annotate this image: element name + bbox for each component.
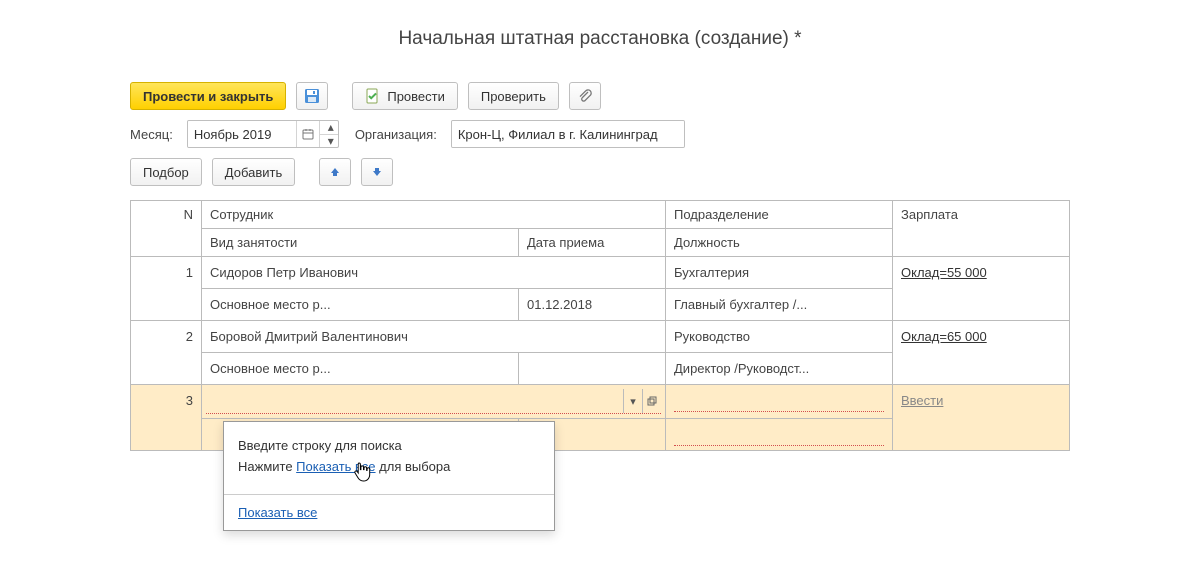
select-button[interactable]: Подбор xyxy=(130,158,202,186)
add-button[interactable]: Добавить xyxy=(212,158,295,186)
arrow-up-icon xyxy=(329,166,341,178)
staff-table: N Сотрудник Подразделение Зарплата Вид з… xyxy=(130,200,1070,451)
column-header-employee[interactable]: Сотрудник xyxy=(202,201,666,229)
employee-cell[interactable]: Сидоров Петр Иванович xyxy=(202,257,666,289)
column-header-position[interactable]: Должность xyxy=(666,229,893,257)
popup-show-all-link-inline[interactable]: Показать все xyxy=(296,459,375,474)
position-cell[interactable]: Директор /Руководст... xyxy=(666,353,893,385)
toolbar: Провести и закрыть Провести Проверить xyxy=(130,78,1070,200)
month-input[interactable] xyxy=(188,121,296,147)
save-button[interactable] xyxy=(296,82,328,110)
job-type-cell[interactable]: Основное место р... xyxy=(202,353,519,385)
check-button[interactable]: Проверить xyxy=(468,82,559,110)
paperclip-icon xyxy=(577,88,593,104)
employee-cell[interactable]: Боровой Дмитрий Валентинович xyxy=(202,321,666,353)
hire-date-cell[interactable]: 01.12.2018 xyxy=(519,289,666,321)
dropdown-button[interactable]: ▾ xyxy=(623,389,642,413)
salary-cell[interactable]: Оклад=65 000 xyxy=(901,329,987,344)
popup-show-all-link[interactable]: Показать все xyxy=(238,505,317,520)
submit-button-label: Провести xyxy=(387,89,445,104)
submit-close-button[interactable]: Провести и закрыть xyxy=(130,82,286,110)
hire-date-cell[interactable] xyxy=(519,353,666,385)
floppy-disk-icon xyxy=(304,88,320,104)
submit-button[interactable]: Провести xyxy=(352,82,458,110)
month-field[interactable]: ▴ ▾ xyxy=(187,120,339,148)
table-row[interactable]: 2 Боровой Дмитрий Валентинович Руководст… xyxy=(131,321,1070,353)
attach-button[interactable] xyxy=(569,82,601,110)
table-row[interactable]: 1 Сидоров Петр Иванович Бухгалтерия Окла… xyxy=(131,257,1070,289)
popup-select-suffix: для выбора xyxy=(376,459,451,474)
position-cell[interactable]: Главный бухгалтер /... xyxy=(666,289,893,321)
move-up-button[interactable] xyxy=(319,158,351,186)
document-check-icon xyxy=(365,88,381,104)
organization-field[interactable] xyxy=(451,120,685,148)
job-type-cell[interactable]: Основное место р... xyxy=(202,289,519,321)
row-number: 2 xyxy=(131,321,202,385)
department-cell[interactable]: Руководство xyxy=(666,321,893,353)
open-dialog-button[interactable] xyxy=(642,389,661,413)
department-cell[interactable]: Бухгалтерия xyxy=(666,257,893,289)
move-down-button[interactable] xyxy=(361,158,393,186)
employee-dropdown-popup: Введите строку для поиска Нажмите Показа… xyxy=(223,421,555,531)
organization-label: Организация: xyxy=(355,127,437,142)
month-up-button[interactable]: ▴ xyxy=(320,121,339,135)
salary-enter-link[interactable]: Ввести xyxy=(901,393,943,408)
organization-input[interactable] xyxy=(452,121,684,147)
table-row-active[interactable]: 3 ▾ xyxy=(131,385,1070,419)
arrow-down-icon xyxy=(371,166,383,178)
month-down-button[interactable]: ▾ xyxy=(320,135,339,148)
chevron-down-icon: ▾ xyxy=(630,395,636,408)
open-external-icon xyxy=(647,396,657,406)
employee-input[interactable] xyxy=(206,389,623,413)
position-input-placeholder[interactable] xyxy=(674,423,884,446)
column-header-salary[interactable]: Зарплата xyxy=(893,201,1070,257)
popup-search-hint: Введите строку для поиска xyxy=(238,436,540,457)
column-header-job-type[interactable]: Вид занятости xyxy=(202,229,519,257)
month-label: Месяц: xyxy=(130,127,173,142)
salary-cell[interactable]: Оклад=55 000 xyxy=(901,265,987,280)
column-header-hire-date[interactable]: Дата приема xyxy=(519,229,666,257)
row-number: 3 xyxy=(131,385,202,451)
row-number: 1 xyxy=(131,257,202,321)
page-title: Начальная штатная расстановка (создание)… xyxy=(130,28,1070,50)
check-button-label: Проверить xyxy=(481,89,546,104)
department-input-placeholder[interactable] xyxy=(674,389,884,412)
calendar-icon[interactable] xyxy=(297,121,319,147)
column-header-n[interactable]: N xyxy=(131,201,202,257)
column-header-department[interactable]: Подразделение xyxy=(666,201,893,229)
popup-select-prefix: Нажмите xyxy=(238,459,296,474)
